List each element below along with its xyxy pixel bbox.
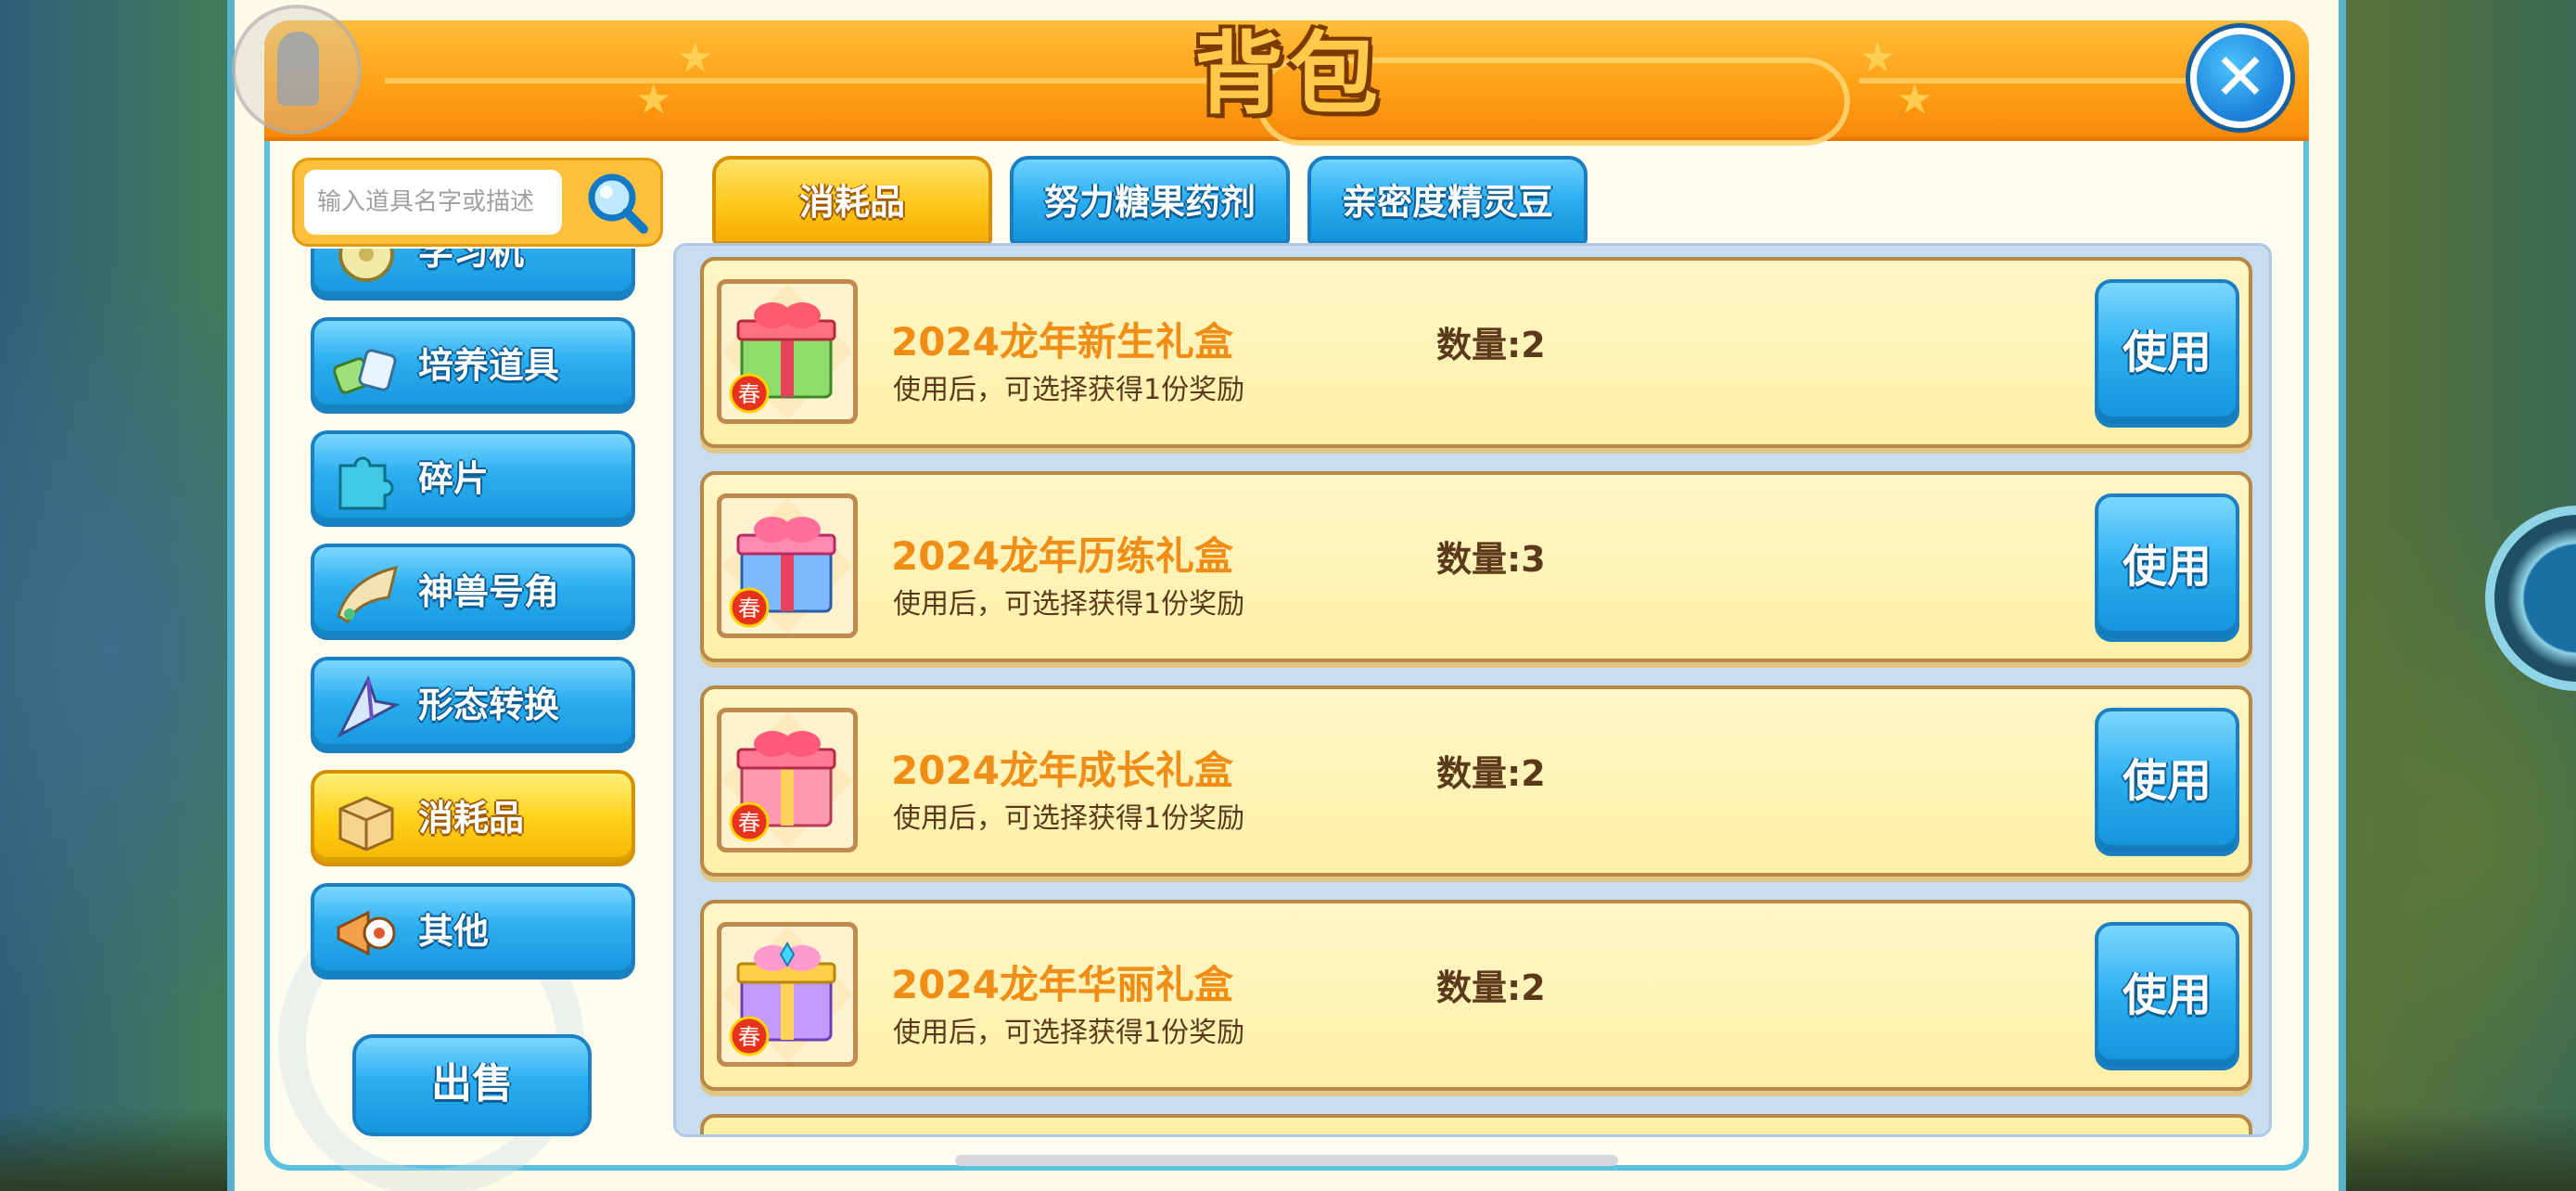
sidebar-item-fragments[interactable]: 碎片 <box>311 430 635 527</box>
item-quantity: 数量:2 <box>1436 967 1546 1008</box>
list-item: 春 2024龙年华丽礼盒 使用后，可选择获得1份奖励 数量:2 使用 <box>700 900 2252 1091</box>
sidebar-item-transform[interactable]: 形态转换 <box>311 657 635 753</box>
scroll-indicator <box>955 1155 1618 1166</box>
tab-affinity-beans[interactable]: 亲密度精灵豆 <box>1307 156 1588 245</box>
item-name: 2024龙年新生礼盒 <box>891 319 1233 365</box>
horn-icon <box>337 565 399 624</box>
item-quantity: 数量:2 <box>1436 753 1546 794</box>
item-icon-frame: 春 <box>717 279 858 424</box>
item-icon-frame: 春 <box>717 922 858 1067</box>
list-item <box>700 1114 2252 1134</box>
sidebar-item-label: 其他 <box>418 911 490 952</box>
training-items-icon <box>333 349 397 394</box>
giftbox-icon: 春 <box>721 927 853 1062</box>
star-icon: ★ <box>1859 34 1896 82</box>
item-description: 使用后，可选择获得1份奖励 <box>893 1017 1245 1049</box>
use-button[interactable]: 使用 <box>2095 493 2239 642</box>
giftbox-icon: 春 <box>721 498 853 634</box>
page-title: 背包 <box>1194 22 1384 126</box>
spring-badge: 春 <box>738 596 760 621</box>
list-item: 春 2024龙年新生礼盒 使用后，可选择获得1份奖励 数量:2 使用 <box>700 257 2252 448</box>
sidebar-item-label: 培养道具 <box>418 345 560 386</box>
item-description: 使用后，可选择获得1份奖励 <box>893 374 1245 406</box>
rocket-icon[interactable] <box>232 5 362 134</box>
tab-effort-candy[interactable]: 努力糖果药剂 <box>1010 156 1290 245</box>
item-quantity: 数量:2 <box>1436 325 1546 365</box>
sidebar-item-training[interactable]: 培养道具 <box>311 317 635 414</box>
star-icon: ★ <box>635 76 672 123</box>
search-button[interactable] <box>580 168 653 240</box>
header-decor-line <box>385 78 1247 83</box>
list-item: 春 2024龙年成长礼盒 使用后，可选择获得1份奖励 数量:2 使用 <box>700 685 2252 877</box>
sidebar-item-label: 消耗品 <box>418 798 525 839</box>
item-icon-frame: 春 <box>717 708 858 852</box>
giftbox-icon: 春 <box>721 712 853 848</box>
use-button[interactable]: 使用 <box>2095 279 2239 428</box>
spring-badge: 春 <box>738 1024 760 1050</box>
item-name: 2024龙年历练礼盒 <box>891 533 1233 579</box>
close-button[interactable]: ✕ <box>2190 28 2290 128</box>
use-button[interactable]: 使用 <box>2095 708 2239 856</box>
close-icon: ✕ <box>2213 39 2268 115</box>
item-list[interactable]: 春 2024龙年新生礼盒 使用后，可选择获得1份奖励 数量:2 使用 春 202… <box>673 243 2272 1137</box>
megaphone-icon <box>337 910 396 956</box>
spring-badge: 春 <box>738 810 760 836</box>
item-quantity: 数量:3 <box>1436 539 1546 580</box>
item-icon-frame: 春 <box>717 493 858 638</box>
spring-badge: 春 <box>738 381 760 407</box>
puzzle-icon <box>338 456 394 510</box>
star-icon: ★ <box>677 34 714 82</box>
item-description: 使用后，可选择获得1份奖励 <box>893 802 1245 835</box>
sidebar-item-label: 学习机 <box>418 249 525 273</box>
sidebar-item-label: 神兽号角 <box>418 571 560 612</box>
sidebar-item-horn[interactable]: 神兽号角 <box>311 544 635 640</box>
tab-consumables[interactable]: 消耗品 <box>712 156 992 245</box>
sidebar-item-consumables[interactable]: 消耗品 <box>311 770 635 866</box>
box-icon <box>338 796 394 852</box>
sidebar-item-other[interactable]: 其他 <box>311 883 635 980</box>
search-icon <box>588 173 648 234</box>
transform-icon <box>337 675 401 738</box>
star-icon: ★ <box>1896 76 1933 123</box>
sidebar-item-label: 碎片 <box>418 458 490 499</box>
item-name: 2024龙年成长礼盒 <box>891 748 1233 793</box>
category-sidebar[interactable]: 学习机 培养道具 碎片 神兽号角 形态转换 消耗品 其他 <box>292 249 654 991</box>
item-description: 使用后，可选择获得1份奖励 <box>893 588 1245 621</box>
search-input[interactable] <box>304 170 562 235</box>
giftbox-icon: 春 <box>721 284 853 419</box>
sell-button[interactable]: 出售 <box>352 1034 592 1136</box>
disc-icon <box>338 249 394 282</box>
use-button[interactable]: 使用 <box>2095 922 2239 1070</box>
item-name: 2024龙年华丽礼盒 <box>891 962 1233 1007</box>
list-item: 春 2024龙年历练礼盒 使用后，可选择获得1份奖励 数量:3 使用 <box>700 471 2252 662</box>
sidebar-item-learning-machine[interactable]: 学习机 <box>311 249 635 301</box>
sidebar-item-label: 形态转换 <box>418 685 560 725</box>
search-bar <box>292 158 663 247</box>
